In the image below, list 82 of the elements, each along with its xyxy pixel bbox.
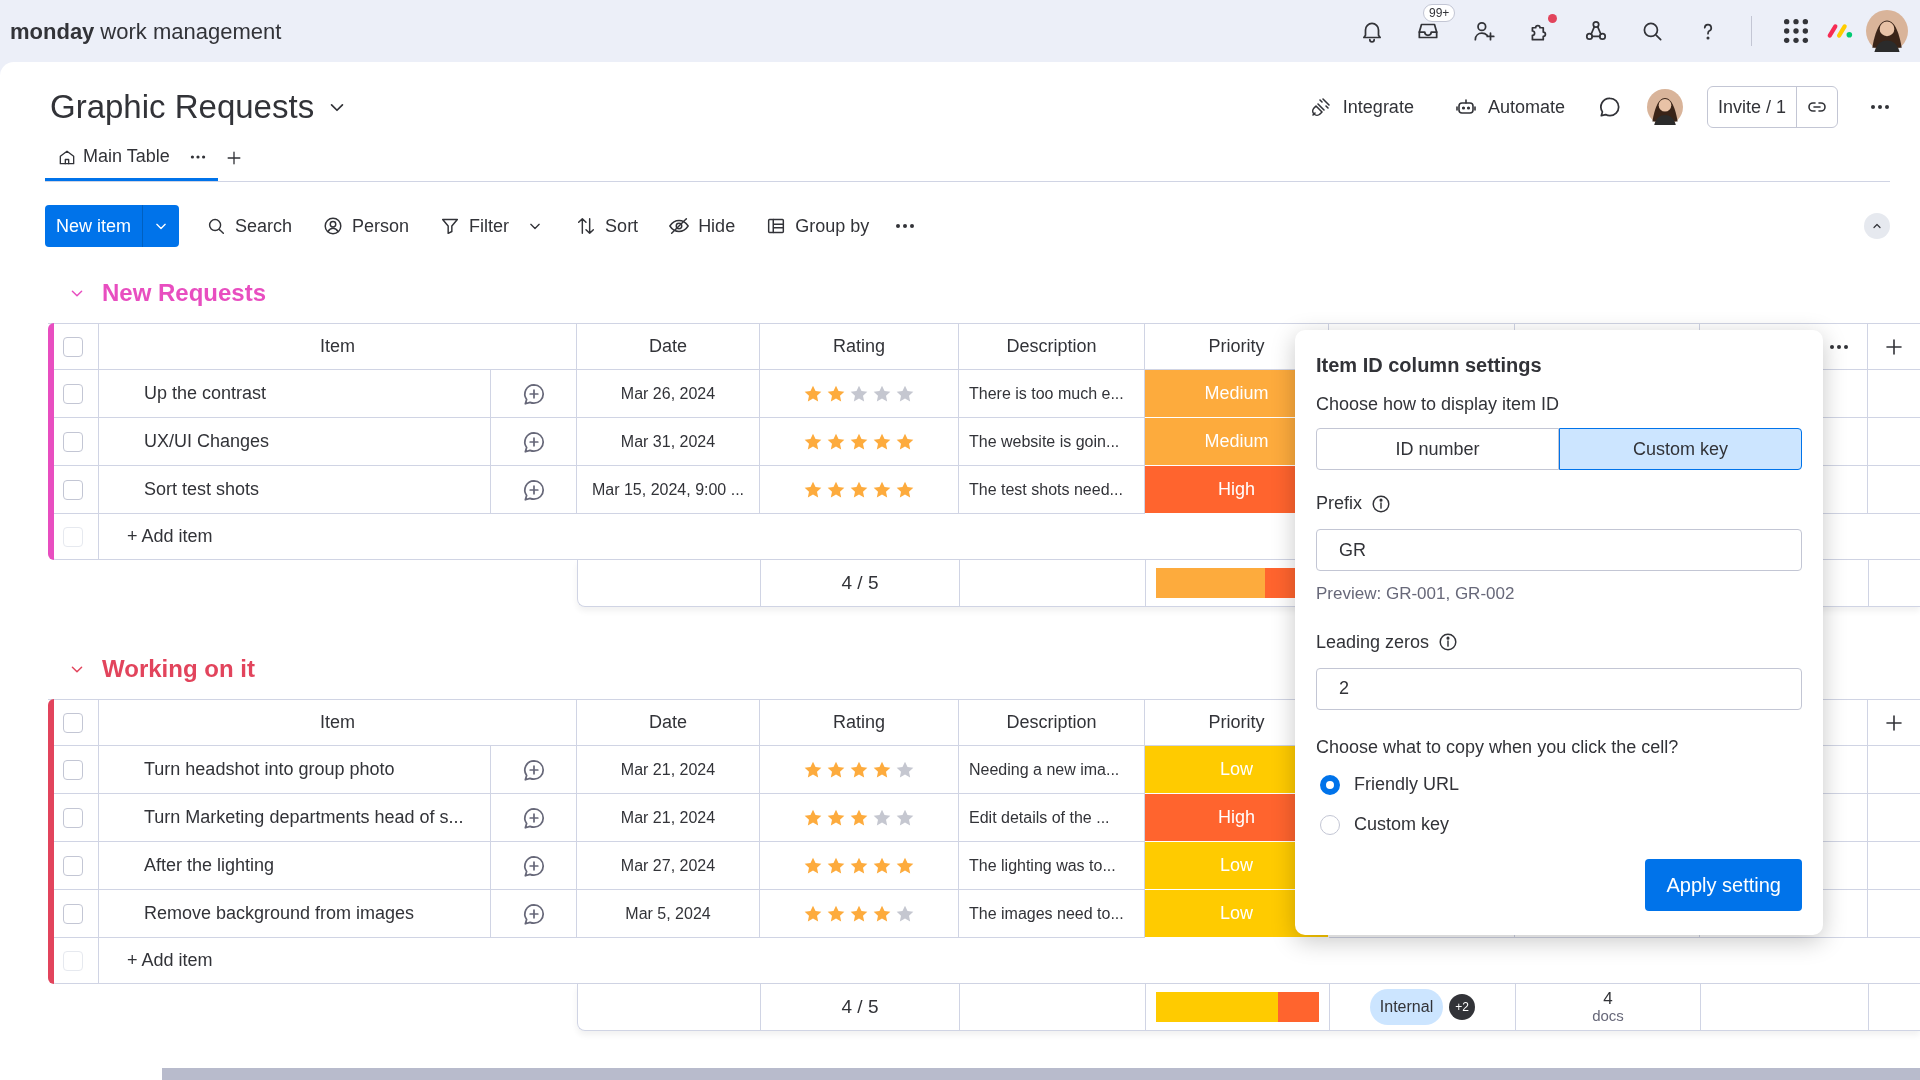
person-button[interactable]: Person: [318, 206, 414, 246]
field-label: Leading zeros: [1316, 630, 1430, 654]
leading-zeros-input[interactable]: 2: [1316, 667, 1802, 710]
preview-text: Preview: GR-001, GR-002: [1316, 583, 1516, 605]
display-option-tab[interactable]: Custom key: [1559, 428, 1802, 470]
group-title[interactable]: Working on it: [102, 651, 255, 687]
view-tab[interactable]: Main Table: [45, 135, 218, 181]
item-name[interactable]: Turn Marketing departments head of s...: [144, 804, 464, 831]
date-text: Mar 15, 2024, 9:00 ...: [591, 479, 745, 500]
column-header: Date: [649, 335, 687, 358]
row-checkbox[interactable]: [63, 479, 83, 500]
more-tools-icon[interactable]: [895, 223, 916, 229]
description-text: The images need to...: [969, 903, 1124, 924]
radio-label[interactable]: Custom key: [1354, 811, 1450, 838]
row-checkbox[interactable]: [63, 903, 83, 924]
add-item-checkbox[interactable]: [63, 526, 83, 547]
item-name[interactable]: Sort test shots: [144, 476, 260, 503]
product-name: work management: [100, 17, 282, 46]
search-button[interactable]: Search: [201, 206, 297, 246]
rating-average: 4 / 5: [841, 994, 879, 1019]
date-text: Mar 27, 2024: [620, 855, 716, 876]
automate-button[interactable]: Automate: [1445, 87, 1573, 127]
date-text: Mar 31, 2024: [620, 431, 716, 452]
description-text: Needing a new ima...: [969, 759, 1120, 780]
date-text: Mar 5, 2024: [625, 903, 711, 924]
description-text: There is too much e...: [969, 383, 1124, 404]
row-checkbox[interactable]: [63, 759, 83, 780]
item-name[interactable]: After the lighting: [144, 852, 275, 879]
description-text: Edit details of the ...: [969, 807, 1110, 828]
filter-button[interactable]: Filter: [435, 206, 550, 246]
column-header: Description: [1006, 335, 1097, 358]
apply-setting-button[interactable]: Apply setting: [1645, 858, 1802, 911]
docs-label: docs: [1592, 1007, 1624, 1024]
date-text: Mar 21, 2024: [620, 759, 716, 780]
row-checkbox[interactable]: [63, 807, 83, 828]
column-menu-icon[interactable]: [1829, 343, 1849, 350]
sort-button[interactable]: Sort: [571, 206, 643, 246]
radio-label[interactable]: Friendly URL: [1354, 771, 1460, 798]
docs-count: 4: [1603, 990, 1613, 1007]
prefix-input[interactable]: GR: [1316, 529, 1802, 571]
view-options-icon[interactable]: [189, 153, 206, 160]
app-grid-icon[interactable]: [1782, 17, 1810, 45]
hide-eye-icon: [668, 215, 691, 237]
column-header: Rating: [833, 711, 885, 734]
inbox-count-badge: 99+: [1423, 4, 1456, 22]
date-text: Mar 21, 2024: [620, 807, 716, 828]
description-text: The lighting was to...: [969, 855, 1116, 876]
row-checkbox[interactable]: [63, 855, 83, 876]
hide-button[interactable]: Hide: [664, 206, 740, 246]
brand-name: monday: [10, 17, 95, 46]
tag-chip[interactable]: Internal: [1369, 989, 1444, 1025]
item-name[interactable]: Turn headshot into group photo: [144, 756, 395, 783]
item-name[interactable]: UX/UI Changes: [144, 428, 270, 455]
rating-average: 4 / 5: [841, 570, 879, 595]
column-header: Item: [320, 335, 355, 358]
description-text: The website is goin...: [969, 431, 1120, 452]
row-checkbox[interactable]: [63, 383, 83, 404]
more-options-icon[interactable]: [1868, 104, 1892, 110]
add-item-checkbox[interactable]: [63, 950, 83, 971]
horizontal-scrollbar[interactable]: [162, 1068, 1920, 1080]
column-header: Priority: [1208, 711, 1265, 734]
column-header: Rating: [833, 335, 885, 358]
date-text: Mar 26, 2024: [620, 383, 716, 404]
column-header: Item: [320, 711, 355, 734]
colored-strokes-logo-icon[interactable]: [1826, 21, 1854, 41]
radio-button[interactable]: [1320, 774, 1340, 795]
board-owner-avatar[interactable]: [1646, 89, 1683, 125]
description-text: The test shots need...: [969, 479, 1123, 500]
row-checkbox[interactable]: [63, 431, 83, 452]
add-item-button[interactable]: + Add item: [127, 938, 213, 983]
column-header: Description: [1006, 711, 1097, 734]
item-name[interactable]: Up the contrast: [144, 380, 267, 407]
user-avatar[interactable]: [1866, 10, 1908, 52]
board-title[interactable]: Graphic Requests: [50, 86, 315, 128]
integrate-button[interactable]: Integrate: [1300, 87, 1422, 127]
more-tags-count[interactable]: +2: [1449, 994, 1476, 1020]
group-by-button[interactable]: Group by: [761, 206, 874, 246]
item-name[interactable]: Remove background from images: [144, 900, 415, 927]
display-option-tab[interactable]: ID number: [1316, 428, 1559, 470]
column-header: Priority: [1208, 335, 1265, 358]
column-header: Date: [649, 711, 687, 734]
add-item-button[interactable]: + Add item: [127, 514, 213, 559]
